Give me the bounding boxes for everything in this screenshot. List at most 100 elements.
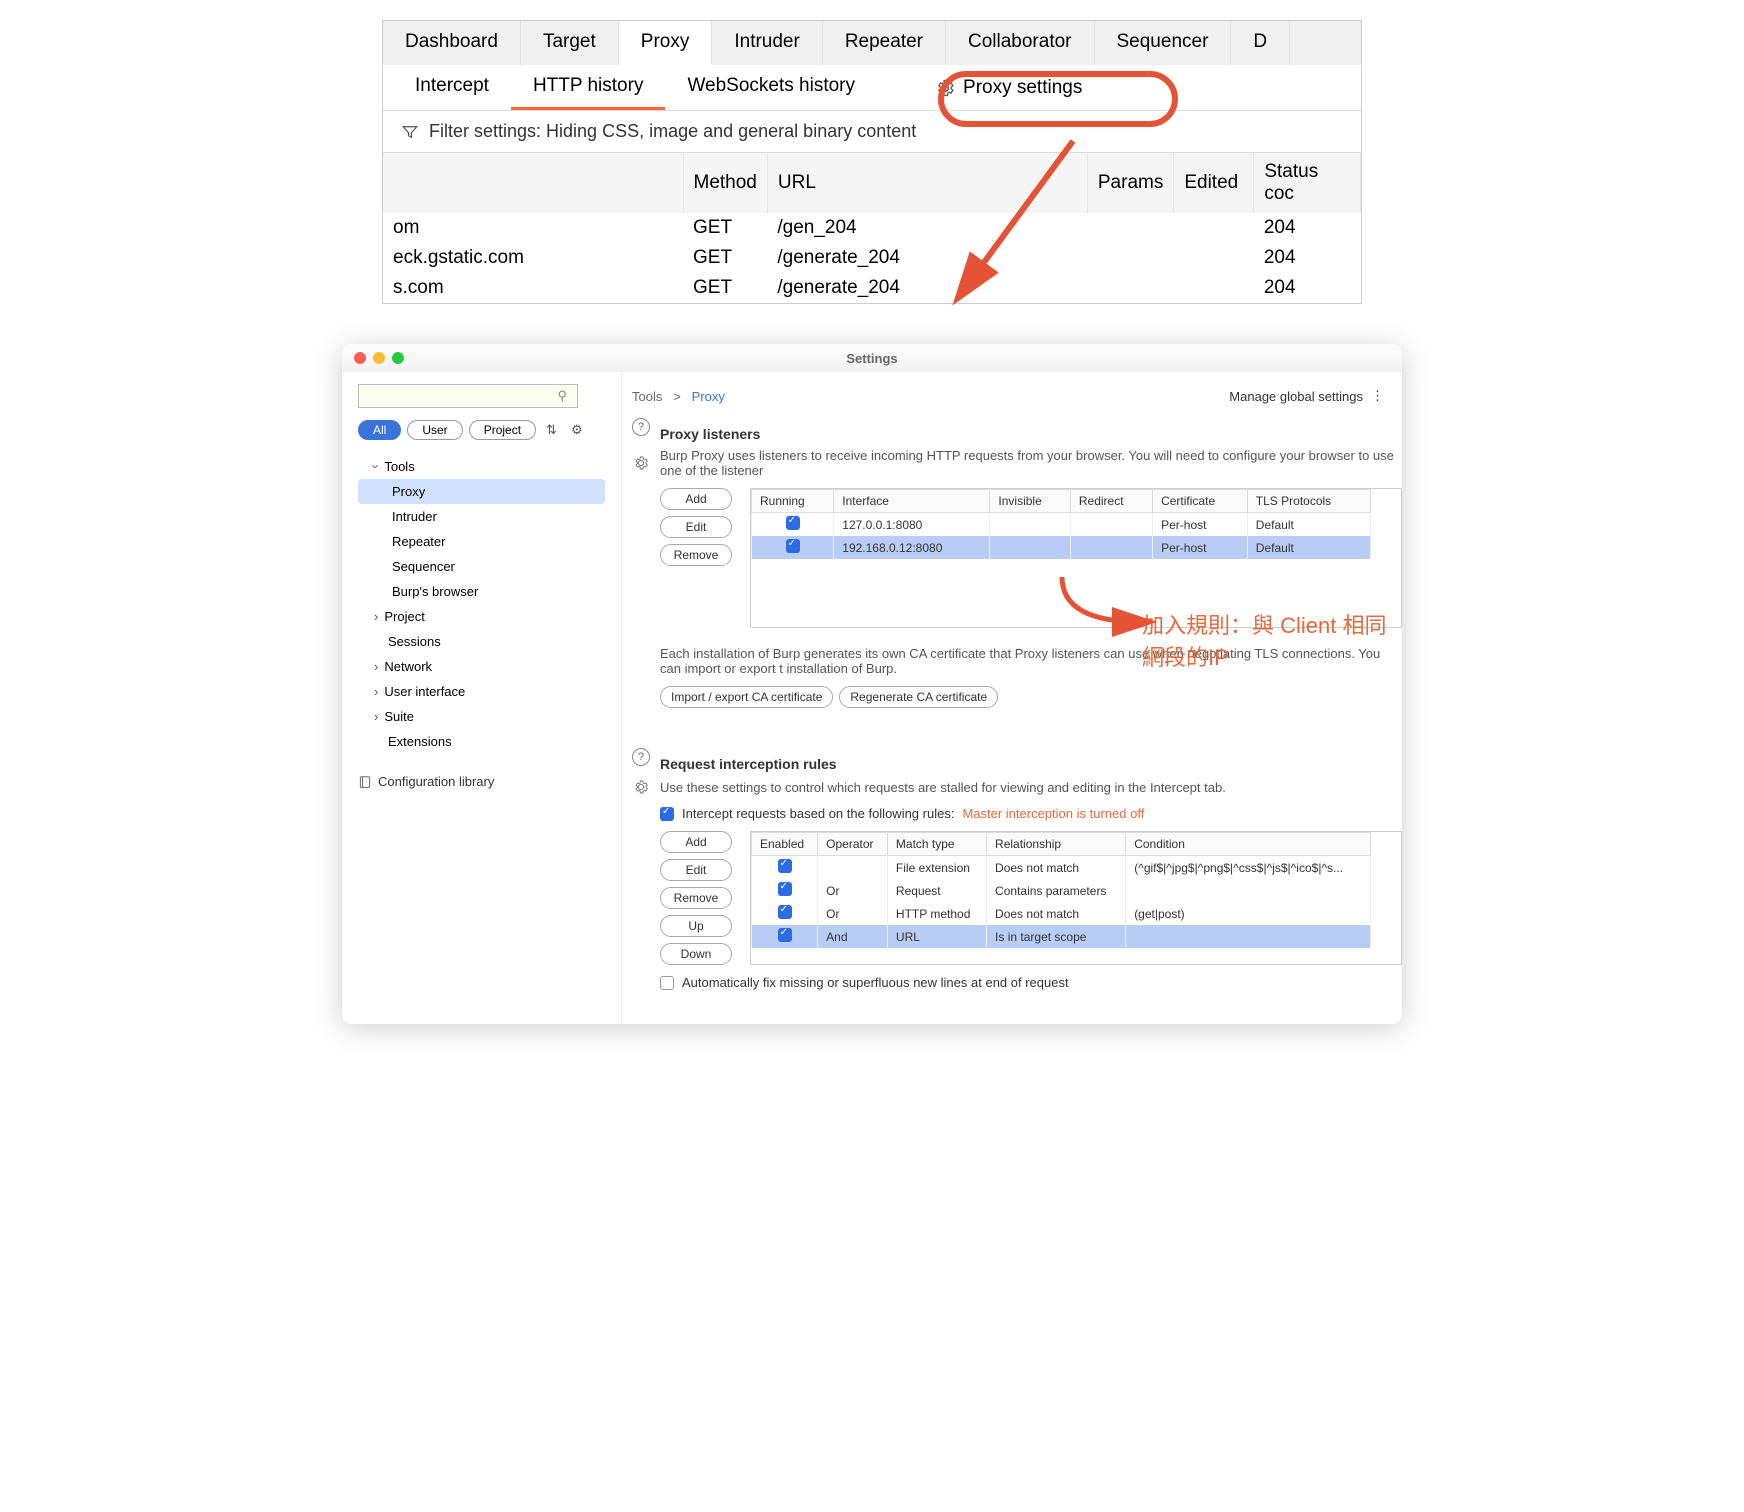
tab-d[interactable]: D <box>1231 21 1290 65</box>
filter-bar[interactable]: Filter settings: Hiding CSS, image and g… <box>383 110 1361 153</box>
nav-repeater[interactable]: Repeater <box>358 529 605 554</box>
nav-network[interactable]: Network <box>358 654 605 679</box>
subtab-intercept[interactable]: Intercept <box>393 65 511 110</box>
window-traffic-lights[interactable] <box>354 352 404 364</box>
table-row[interactable]: s.comGET/generate_204204 <box>383 273 1361 303</box>
col-host[interactable] <box>383 153 683 213</box>
intercept-enable-checkbox[interactable] <box>660 807 674 821</box>
tab-intruder[interactable]: Intruder <box>712 21 822 65</box>
tab-proxy[interactable]: Proxy <box>619 21 713 65</box>
subtab-http-history[interactable]: HTTP history <box>511 65 666 110</box>
search-input[interactable] <box>358 384 578 408</box>
help-icon[interactable]: ? <box>632 418 650 436</box>
enabled-checkbox[interactable] <box>752 879 818 902</box>
nav-extensions[interactable]: Extensions <box>358 729 605 754</box>
col-enabled[interactable]: Enabled <box>752 833 818 856</box>
nav-burp-s-browser[interactable]: Burp's browser <box>358 579 605 604</box>
nav-sequencer[interactable]: Sequencer <box>358 554 605 579</box>
col-certificate[interactable]: Certificate <box>1153 490 1248 513</box>
kebab-icon[interactable]: ⋮ <box>1371 388 1384 404</box>
section-interception-rules: ? Request interception rules Use these s… <box>622 748 1402 990</box>
nav-proxy[interactable]: Proxy <box>358 479 605 504</box>
main-tab-bar: DashboardTargetProxyIntruderRepeaterColl… <box>383 21 1361 65</box>
table-row[interactable]: File extensionDoes not match(^gif$|^jpg$… <box>752 856 1371 880</box>
settings-icon[interactable]: ⚙ <box>567 422 587 438</box>
edit-button[interactable]: Edit <box>660 516 732 538</box>
help-icon[interactable]: ? <box>632 748 650 766</box>
nav-tree: ToolsProxyIntruderRepeaterSequencerBurp'… <box>358 454 605 754</box>
up-button[interactable]: Up <box>660 915 732 937</box>
tab-collaborator[interactable]: Collaborator <box>946 21 1095 65</box>
ca-note: Each installation of Burp generates its … <box>660 646 1402 676</box>
add-button[interactable]: Add <box>660 488 732 510</box>
nav-user-interface[interactable]: User interface <box>358 679 605 704</box>
pill-all[interactable]: All <box>358 420 401 440</box>
config-library-link[interactable]: Configuration library <box>358 774 605 789</box>
subtab-websockets-history[interactable]: WebSockets history <box>665 65 877 110</box>
autofix-checkbox[interactable] <box>660 976 674 990</box>
table-row[interactable]: 192.168.0.12:8080Per-hostDefault <box>752 536 1371 559</box>
window-titlebar: Settings <box>342 344 1402 372</box>
tab-dashboard[interactable]: Dashboard <box>383 21 521 65</box>
pill-project[interactable]: Project <box>469 420 536 440</box>
table-row[interactable]: OrRequestContains parameters <box>752 879 1371 902</box>
regenerate-ca-certificate-button[interactable]: Regenerate CA certificate <box>839 686 998 708</box>
pill-user[interactable]: User <box>407 420 462 440</box>
table-row[interactable]: 127.0.0.1:8080Per-hostDefault <box>752 513 1371 537</box>
running-checkbox[interactable] <box>752 536 834 559</box>
col-invisible[interactable]: Invisible <box>990 490 1070 513</box>
tab-sequencer[interactable]: Sequencer <box>1095 21 1232 65</box>
crumb-sep: > <box>673 389 681 404</box>
close-dot[interactable] <box>354 352 366 364</box>
add-button[interactable]: Add <box>660 831 732 853</box>
gear-icon[interactable] <box>632 454 650 472</box>
enabled-checkbox[interactable] <box>752 856 818 880</box>
rules-table[interactable]: EnabledOperatorMatch typeRelationshipCon… <box>751 832 1371 948</box>
col-url[interactable]: URL <box>767 153 1087 213</box>
edit-button[interactable]: Edit <box>660 859 732 881</box>
col-method[interactable]: Method <box>683 153 767 213</box>
down-button[interactable]: Down <box>660 943 732 965</box>
col-interface[interactable]: Interface <box>834 490 990 513</box>
col-match-type[interactable]: Match type <box>887 833 986 856</box>
col-operator[interactable]: Operator <box>818 833 888 856</box>
import-export-ca-certificate-button[interactable]: Import / export CA certificate <box>660 686 833 708</box>
minimize-dot[interactable] <box>373 352 385 364</box>
proxy-settings-button[interactable]: Proxy settings <box>917 71 1100 105</box>
col-relationship[interactable]: Relationship <box>987 833 1126 856</box>
tab-target[interactable]: Target <box>521 21 619 65</box>
col-redirect[interactable]: Redirect <box>1070 490 1152 513</box>
col-running[interactable]: Running <box>752 490 834 513</box>
gear-icon[interactable] <box>632 778 650 796</box>
history-table: MethodURLParamsEditedStatus coc omGET/ge… <box>383 153 1361 303</box>
remove-button[interactable]: Remove <box>660 544 732 566</box>
intercept-enable-label: Intercept requests based on the followin… <box>682 806 954 821</box>
nav-tools[interactable]: Tools <box>358 454 605 479</box>
manage-global-settings[interactable]: Manage global settings ⋮ <box>1229 388 1384 404</box>
table-row[interactable]: eck.gstatic.comGET/generate_204204 <box>383 243 1361 273</box>
remove-button[interactable]: Remove <box>660 887 732 909</box>
zoom-dot[interactable] <box>392 352 404 364</box>
nav-suite[interactable]: Suite <box>358 704 605 729</box>
crumb-tools[interactable]: Tools <box>632 389 662 404</box>
sort-icon[interactable]: ⇅ <box>542 422 561 438</box>
enabled-checkbox[interactable] <box>752 925 818 948</box>
col-status-coc[interactable]: Status coc <box>1254 153 1361 213</box>
table-row[interactable]: AndURLIs in target scope <box>752 925 1371 948</box>
filter-text: Filter settings: Hiding CSS, image and g… <box>429 121 916 142</box>
config-library-label: Configuration library <box>378 774 494 789</box>
running-checkbox[interactable] <box>752 513 834 537</box>
col-condition[interactable]: Condition <box>1126 833 1371 856</box>
col-params[interactable]: Params <box>1087 153 1173 213</box>
col-edited[interactable]: Edited <box>1174 153 1254 213</box>
table-row[interactable]: OrHTTP methodDoes not match(get|post) <box>752 902 1371 925</box>
settings-sidebar: ⚲ AllUserProject⇅⚙ ToolsProxyIntruderRep… <box>342 372 622 1024</box>
nav-intruder[interactable]: Intruder <box>358 504 605 529</box>
col-tls-protocols[interactable]: TLS Protocols <box>1247 490 1370 513</box>
tab-repeater[interactable]: Repeater <box>823 21 946 65</box>
table-row[interactable]: omGET/gen_204204 <box>383 213 1361 243</box>
nav-project[interactable]: Project <box>358 604 605 629</box>
listener-table[interactable]: RunningInterfaceInvisibleRedirectCertifi… <box>751 489 1371 559</box>
nav-sessions[interactable]: Sessions <box>358 629 605 654</box>
enabled-checkbox[interactable] <box>752 902 818 925</box>
